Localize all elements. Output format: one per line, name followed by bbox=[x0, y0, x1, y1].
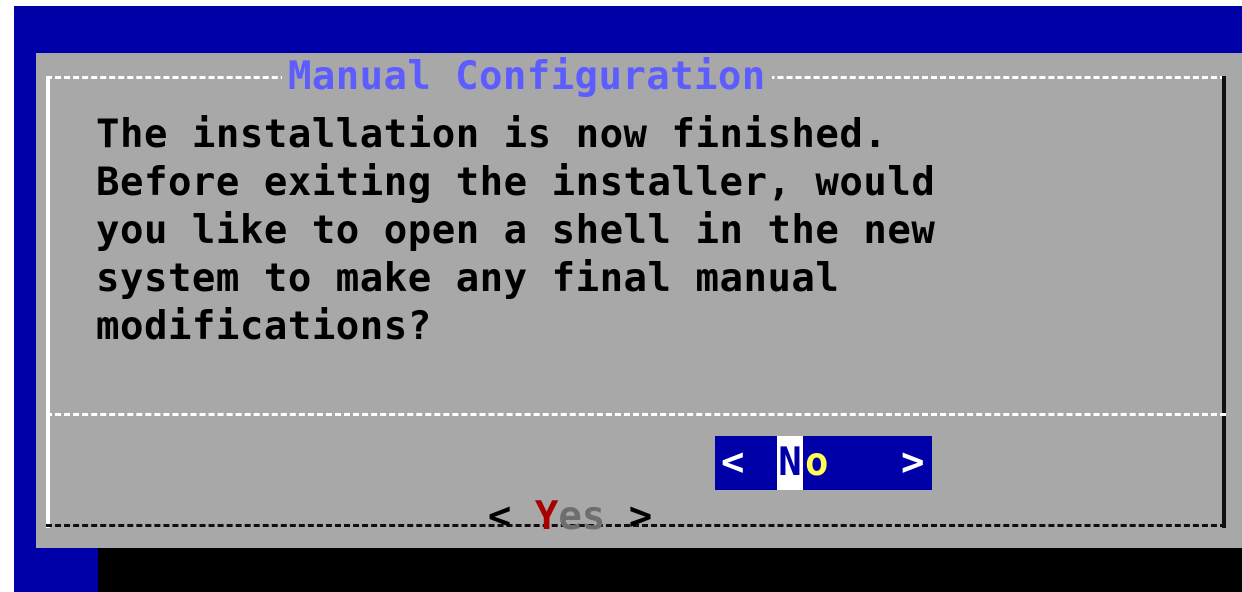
no-right-bracket: > bbox=[901, 440, 925, 485]
frame-left-border bbox=[46, 76, 50, 528]
no-hotkey: N bbox=[777, 436, 803, 490]
dialog-message: The installation is now finished. Before… bbox=[96, 111, 1236, 351]
message-line: system to make any final manual bbox=[96, 256, 840, 301]
yes-hotkey: Y bbox=[534, 494, 559, 539]
no-button[interactable]: < N o > bbox=[715, 436, 932, 490]
button-separator bbox=[46, 413, 1226, 416]
message-line: modifications? bbox=[96, 304, 432, 349]
yes-left-bracket: < bbox=[487, 494, 512, 539]
dialog-title: Manual Configuration bbox=[282, 57, 772, 97]
yes-button[interactable]: < Yes > bbox=[347, 436, 652, 539]
no-label-rest: o bbox=[805, 440, 829, 485]
message-line: you like to open a shell in the new bbox=[96, 208, 936, 253]
yes-label-rest: es bbox=[558, 494, 606, 539]
no-left-bracket: < bbox=[721, 440, 745, 485]
manual-configuration-dialog: Manual Configuration The installation is… bbox=[36, 53, 1242, 548]
message-line: Before exiting the installer, would bbox=[96, 160, 936, 205]
dialog-shadow bbox=[98, 548, 1242, 592]
installer-screen: Manual Configuration The installation is… bbox=[14, 6, 1242, 592]
message-line: The installation is now finished. bbox=[96, 112, 888, 157]
yes-right-bracket: > bbox=[628, 494, 653, 539]
